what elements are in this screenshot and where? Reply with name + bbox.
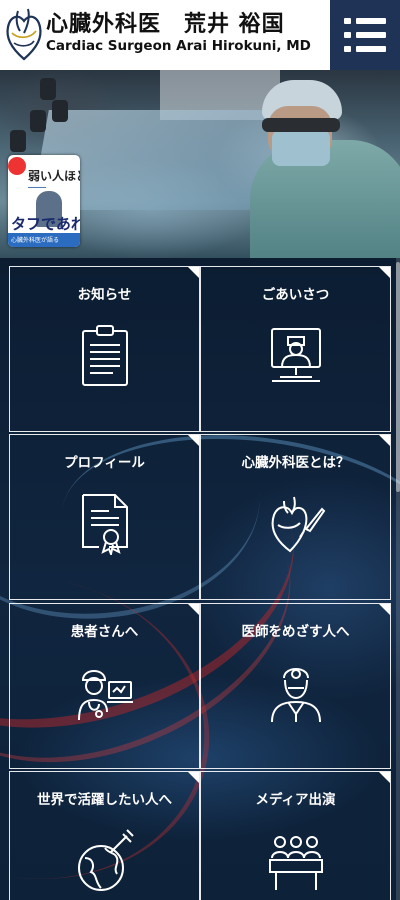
- tile-media-appearances[interactable]: メディア出演: [200, 771, 391, 900]
- site-title-english[interactable]: Cardiac Surgeon Arai Hirokuni, MD: [46, 38, 311, 54]
- doctor-monitor-icon: [266, 323, 326, 387]
- tile-media-appearances-label: メディア出演: [255, 792, 336, 808]
- tile-profile-label: プロフィール: [64, 455, 145, 471]
- book-advertisement[interactable]: 弱い人ほど ━━━━━━ タフであれ 心臓外科医が語る: [8, 155, 80, 247]
- nurse-laptop-icon: [75, 660, 135, 724]
- doctor-headlamp-icon: [266, 660, 326, 724]
- heart-logo-icon[interactable]: [4, 5, 44, 63]
- clipboard-icon: [75, 323, 135, 387]
- tile-for-patients[interactable]: 患者さんへ: [9, 603, 200, 769]
- tile-greeting-label: ごあいさつ: [261, 287, 330, 303]
- tile-global-career-label: 世界で活躍したい人へ: [37, 792, 172, 808]
- award-seal-icon: [8, 157, 26, 175]
- tile-profile[interactable]: プロフィール: [9, 434, 200, 600]
- menu-line: [344, 46, 386, 52]
- tile-news-label: お知らせ: [77, 287, 132, 303]
- book-subtitle: ━━━━━━: [28, 185, 47, 191]
- certificate-icon: [75, 491, 135, 558]
- menu-line: [344, 18, 386, 24]
- heart-scalpel-icon: [266, 491, 326, 555]
- globe-syringe-icon: [75, 828, 135, 892]
- hamburger-menu-button[interactable]: [330, 0, 400, 70]
- scrollbar-thumb[interactable]: [396, 262, 400, 492]
- menu-line: [344, 32, 386, 38]
- site-header: 心臓外科医 荒井 裕国 Cardiac Surgeon Arai Hirokun…: [0, 0, 400, 70]
- tile-about-cardiac-surgeon-label: 心臓外科医とは？: [241, 455, 350, 471]
- book-band-text: 心臓外科医が語る: [11, 237, 60, 244]
- site-title-japanese[interactable]: 心臓外科医 荒井 裕国: [46, 6, 285, 38]
- tile-for-aspiring-doctors[interactable]: 医師をめざす人へ: [200, 603, 391, 769]
- book-title-top: 弱い人ほど: [28, 169, 80, 183]
- panel-audience-icon: [266, 828, 326, 892]
- tile-greeting[interactable]: ごあいさつ: [200, 266, 391, 432]
- tile-news[interactable]: お知らせ: [9, 266, 200, 432]
- tile-about-cardiac-surgeon[interactable]: 心臓外科医とは？: [200, 434, 391, 600]
- tile-for-aspiring-doctors-label: 医師をめざす人へ: [241, 624, 350, 640]
- tile-global-career[interactable]: 世界で活躍したい人へ: [9, 771, 200, 900]
- book-title-bottom: タフであれ: [11, 215, 80, 233]
- tile-for-patients-label: 患者さんへ: [70, 624, 139, 640]
